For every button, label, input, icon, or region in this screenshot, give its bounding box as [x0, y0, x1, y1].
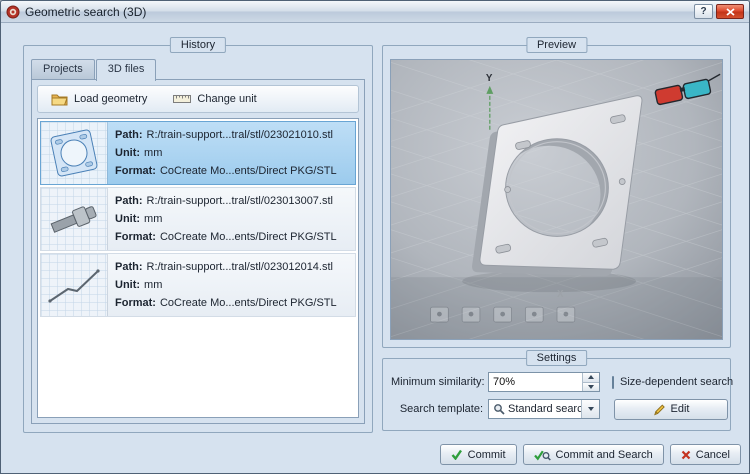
- commit-label: Commit: [468, 449, 506, 461]
- geometric-search-dialog: Geometric search (3D) ? History Projects…: [0, 0, 750, 474]
- search-template-label: Search template:: [391, 403, 483, 415]
- edit-button[interactable]: Edit: [614, 399, 728, 420]
- edit-pencil-icon: [653, 403, 666, 416]
- spin-up-button[interactable]: [583, 373, 599, 383]
- cancel-label: Cancel: [696, 449, 730, 461]
- cancel-button[interactable]: Cancel: [670, 444, 741, 465]
- unit-label: Unit:: [115, 279, 140, 291]
- settings-group: Settings Minimum similarity: Size-depend…: [382, 358, 731, 431]
- commit-check-icon: [451, 449, 463, 460]
- commit-button[interactable]: Commit: [440, 444, 517, 465]
- unit-label: Unit:: [115, 213, 140, 225]
- unit-value: mm: [144, 147, 162, 159]
- path-value: R:/train-support...tral/stl/023013007.st…: [147, 195, 333, 207]
- format-label: Format:: [115, 165, 156, 177]
- file-list-item-1[interactable]: Path: R:/train-support...tral/stl/0230210…: [40, 121, 356, 185]
- file-list-toolbar: Load geometry Change unit: [37, 85, 359, 113]
- change-unit-label: Change unit: [197, 93, 256, 105]
- minimum-similarity-spinbox: [488, 372, 600, 392]
- path-value: R:/train-support...tral/stl/023021010.st…: [147, 129, 333, 141]
- format-label: Format:: [115, 231, 156, 243]
- unit-value: mm: [144, 213, 162, 225]
- unit-label: Unit:: [115, 147, 140, 159]
- minimum-similarity-label: Minimum similarity:: [391, 376, 483, 388]
- commit-and-search-label: Commit and Search: [556, 449, 653, 461]
- search-template-icon: [493, 403, 505, 415]
- file-meta: Path: R:/train-support...tral/stl/0230120…: [108, 254, 355, 316]
- app-icon: [6, 5, 20, 19]
- path-label: Path:: [115, 195, 143, 207]
- tab-projects[interactable]: Projects: [31, 59, 95, 79]
- file-thumbnail-plate: [41, 122, 108, 184]
- help-button[interactable]: ?: [694, 4, 713, 19]
- commit-and-search-icon: [534, 449, 551, 461]
- preview-viewport[interactable]: Y X: [390, 59, 723, 340]
- format-value: CoCreate Mo...ents/Direct PKG/STL: [160, 165, 337, 177]
- unit-value: mm: [144, 279, 162, 291]
- history-tab-content: Load geometry Change unit: [31, 79, 365, 424]
- format-value: CoCreate Mo...ents/Direct PKG/STL: [160, 297, 337, 309]
- format-value: CoCreate Mo...ents/Direct PKG/STL: [160, 231, 337, 243]
- footer-buttons: Commit Commit and Search Cancel: [440, 444, 741, 465]
- search-template-row: Search template: Standard search: [383, 398, 730, 420]
- settings-group-label: Settings: [526, 350, 588, 366]
- search-template-value: Standard search: [508, 403, 581, 415]
- x-axis-label: X: [557, 289, 564, 300]
- spin-down-button[interactable]: [583, 383, 599, 392]
- history-group-label: History: [170, 37, 226, 53]
- file-thumbnail-wire: [41, 254, 108, 316]
- preview-3d-scene: Y X: [391, 60, 722, 339]
- file-list: Path: R:/train-support...tral/stl/0230210…: [37, 118, 359, 418]
- close-button[interactable]: [716, 4, 744, 19]
- load-geometry-label: Load geometry: [74, 93, 147, 105]
- window-title: Geometric search (3D): [25, 5, 146, 19]
- path-label: Path:: [115, 129, 143, 141]
- file-meta: Path: R:/train-support...tral/stl/0230210…: [108, 122, 355, 184]
- file-list-item-3[interactable]: Path: R:/train-support...tral/stl/0230120…: [40, 253, 356, 317]
- path-label: Path:: [115, 261, 143, 273]
- cancel-x-icon: [681, 450, 691, 460]
- commit-and-search-button[interactable]: Commit and Search: [523, 444, 664, 465]
- file-list-item-2[interactable]: Path: R:/train-support...tral/stl/0230130…: [40, 187, 356, 251]
- edit-label: Edit: [671, 403, 690, 415]
- ruler-icon: [173, 93, 191, 105]
- open-folder-icon: [51, 92, 68, 106]
- load-geometry-button[interactable]: Load geometry: [43, 88, 155, 110]
- preview-group-label: Preview: [526, 37, 587, 53]
- change-unit-button[interactable]: Change unit: [165, 88, 264, 110]
- format-label: Format:: [115, 297, 156, 309]
- titlebar[interactable]: Geometric search (3D) ?: [1, 1, 749, 23]
- history-tabs: Projects 3D files: [31, 59, 157, 80]
- size-dependent-checkbox[interactable]: [612, 376, 614, 389]
- search-template-dropdown[interactable]: Standard search: [488, 399, 600, 419]
- file-meta: Path: R:/train-support...tral/stl/0230130…: [108, 188, 355, 250]
- path-value: R:/train-support...tral/stl/023012014.st…: [147, 261, 333, 273]
- file-thumbnail-plug: [41, 188, 108, 250]
- minimum-similarity-input[interactable]: [489, 376, 582, 388]
- preview-group: Preview: [382, 45, 731, 348]
- y-axis-label: Y: [486, 73, 493, 84]
- dropdown-arrow-button[interactable]: [581, 400, 599, 418]
- history-group: History Projects 3D files Load geometry: [23, 45, 373, 433]
- tab-3d-files[interactable]: 3D files: [96, 59, 157, 81]
- size-dependent-label: Size-dependent search: [620, 376, 733, 388]
- minimum-similarity-row: Minimum similarity: Size-dependent searc…: [383, 371, 730, 393]
